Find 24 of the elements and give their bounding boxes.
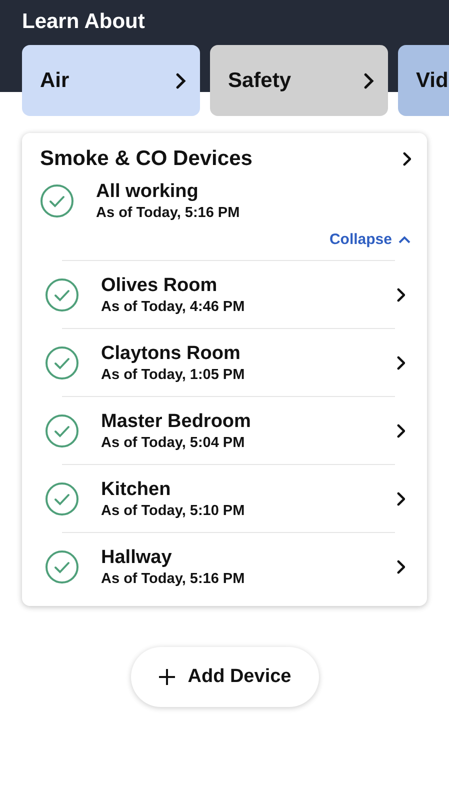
- card-title: Smoke & CO Devices: [40, 147, 252, 171]
- device-row[interactable]: Claytons Room As of Today, 1:05 PM: [22, 329, 427, 396]
- page-title: Learn About: [21, 9, 146, 35]
- status-title: All working: [96, 181, 200, 203]
- chevron-up-icon: [398, 235, 411, 244]
- chevron-right-icon: [364, 72, 374, 88]
- chevron-right-icon: [396, 356, 405, 370]
- device-row[interactable]: Master Bedroom As of Today, 5:04 PM: [22, 397, 427, 464]
- chevron-right-icon: [402, 152, 411, 166]
- category-tab[interactable]: Air: [22, 45, 200, 116]
- category-tab[interactable]: Safety: [210, 45, 388, 116]
- chevron-right-icon: [396, 492, 405, 506]
- collapse-link[interactable]: Collapse: [329, 231, 411, 248]
- category-tab[interactable]: Vid: [398, 45, 449, 116]
- device-row[interactable]: Kitchen As of Today, 5:10 PM: [22, 465, 427, 532]
- chevron-right-icon: [396, 424, 405, 438]
- add-device-button[interactable]: Add Device: [130, 647, 318, 707]
- chevron-right-icon: [176, 72, 186, 88]
- status-time: As of Today, 5:16 PM: [96, 205, 240, 221]
- chevron-right-icon: [396, 288, 405, 302]
- device-row[interactable]: Hallway As of Today, 5:16 PM: [22, 533, 427, 600]
- chevron-right-icon: [396, 560, 405, 574]
- device-row[interactable]: Olives Room As of Today, 4:46 PM: [22, 261, 427, 328]
- plus-icon: [158, 668, 176, 686]
